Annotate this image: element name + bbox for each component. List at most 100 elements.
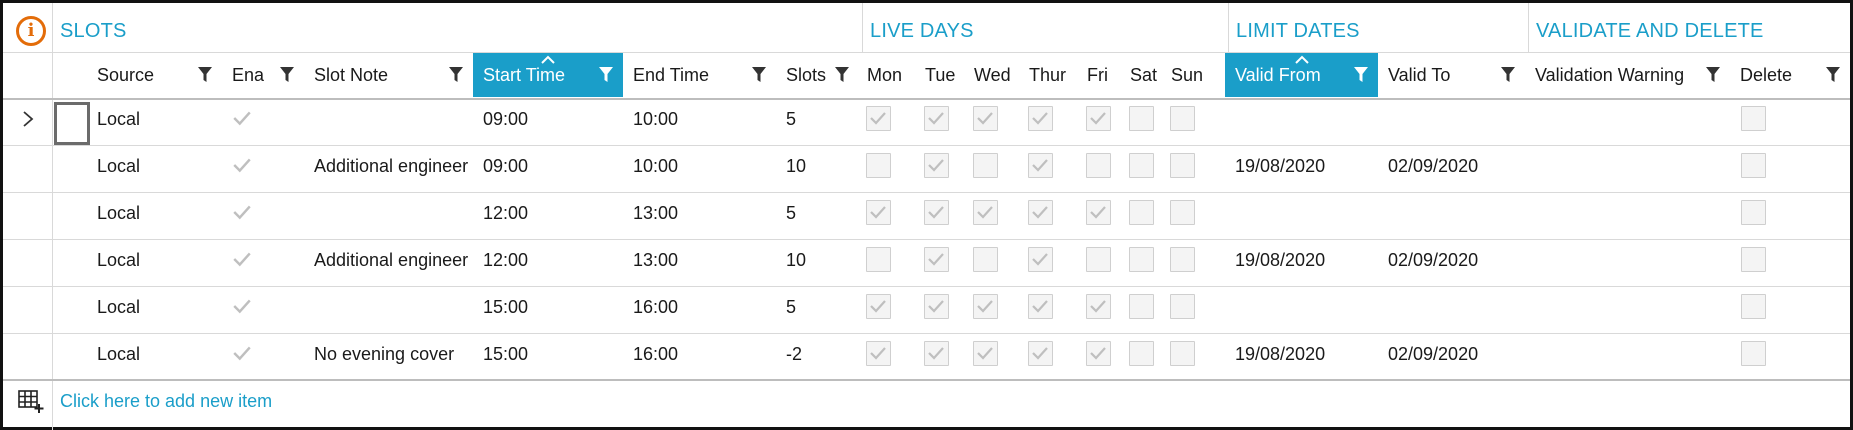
checkbox-sun[interactable]	[1170, 153, 1195, 178]
checkbox-wed[interactable]	[973, 341, 998, 366]
current-row-selector[interactable]	[54, 102, 90, 145]
cell-source[interactable]: Local	[87, 143, 222, 189]
info-icon[interactable]: i	[16, 16, 46, 46]
checkbox-sat[interactable]	[1129, 247, 1154, 272]
checkbox-fri[interactable]	[1086, 294, 1111, 319]
cell-valid-to[interactable]: 02/09/2020	[1378, 143, 1525, 189]
checkbox-tue[interactable]	[924, 153, 949, 178]
cell-validation-warning[interactable]	[1525, 96, 1730, 142]
checkbox-thur[interactable]	[1028, 153, 1053, 178]
checkbox-sun[interactable]	[1170, 247, 1195, 272]
cell-end-time[interactable]: 16:00	[623, 284, 776, 330]
cell-validation-warning[interactable]	[1525, 143, 1730, 189]
filter-icon[interactable]	[280, 67, 294, 83]
filter-icon[interactable]	[599, 67, 613, 83]
column-header-delete[interactable]: Delete	[1730, 53, 1850, 97]
add-new-item-link[interactable]: Click here to add new item	[60, 391, 272, 412]
checkbox-fri[interactable]	[1086, 200, 1111, 225]
checkbox-sat[interactable]	[1129, 341, 1154, 366]
checkbox-mon[interactable]	[866, 247, 891, 272]
checkbox-tue[interactable]	[924, 200, 949, 225]
column-header-start-time[interactable]: Start Time	[473, 53, 623, 97]
add-new-item-row[interactable]: Click here to add new item	[3, 378, 1850, 427]
column-header-end-time[interactable]: End Time	[623, 53, 776, 97]
cell-valid-from[interactable]: 19/08/2020	[1225, 237, 1378, 283]
checkbox-sun[interactable]	[1170, 106, 1195, 131]
delete-checkbox[interactable]	[1741, 341, 1766, 366]
delete-checkbox[interactable]	[1741, 106, 1766, 131]
cell-start-time[interactable]: 12:00	[473, 190, 623, 236]
filter-icon[interactable]	[1706, 67, 1720, 83]
checkbox-fri[interactable]	[1086, 341, 1111, 366]
cell-valid-to[interactable]: 02/09/2020	[1378, 331, 1525, 377]
checkbox-fri[interactable]	[1086, 247, 1111, 272]
cell-valid-from[interactable]	[1225, 96, 1378, 142]
cell-slots[interactable]: -2	[776, 331, 859, 377]
filter-icon[interactable]	[835, 67, 849, 83]
cell-valid-to[interactable]	[1378, 96, 1525, 142]
cell-validation-warning[interactable]	[1525, 190, 1730, 236]
checkbox-sat[interactable]	[1129, 200, 1154, 225]
cell-end-time[interactable]: 13:00	[623, 190, 776, 236]
checkbox-wed[interactable]	[973, 106, 998, 131]
checkbox-mon[interactable]	[866, 106, 891, 131]
table-row[interactable]: Local No evening cover 15:00 16:00 -2 19/08/2…	[3, 331, 1850, 377]
cell-slot-note[interactable]	[304, 96, 473, 142]
column-header-tue[interactable]: Tue	[917, 53, 966, 97]
checkbox-tue[interactable]	[924, 341, 949, 366]
cell-start-time[interactable]: 15:00	[473, 284, 623, 330]
checkbox-tue[interactable]	[924, 247, 949, 272]
cell-source[interactable]: Local	[87, 331, 222, 377]
cell-validation-warning[interactable]	[1525, 237, 1730, 283]
cell-start-time[interactable]: 09:00	[473, 96, 623, 142]
checkbox-mon[interactable]	[866, 153, 891, 178]
cell-valid-to[interactable]: 02/09/2020	[1378, 237, 1525, 283]
table-row[interactable]: Local Additional engineer 12:00 13:00 10 19/0…	[3, 237, 1850, 283]
cell-source[interactable]: Local	[87, 284, 222, 330]
checkbox-wed[interactable]	[973, 294, 998, 319]
checkbox-wed[interactable]	[973, 200, 998, 225]
delete-checkbox[interactable]	[1741, 294, 1766, 319]
checkbox-mon[interactable]	[866, 200, 891, 225]
cell-slots[interactable]: 10	[776, 237, 859, 283]
column-header-slots[interactable]: Slots	[776, 53, 859, 97]
column-header-slot-note[interactable]: Slot Note	[304, 53, 473, 97]
cell-slots[interactable]: 5	[776, 190, 859, 236]
cell-source[interactable]: Local	[87, 190, 222, 236]
table-row[interactable]: Local 09:00 10:00 5	[3, 96, 1850, 142]
column-header-validation-warning[interactable]: Validation Warning	[1525, 53, 1730, 97]
checkbox-thur[interactable]	[1028, 106, 1053, 131]
cell-end-time[interactable]: 13:00	[623, 237, 776, 283]
checkbox-fri[interactable]	[1086, 106, 1111, 131]
cell-slot-note[interactable]	[304, 190, 473, 236]
cell-start-time[interactable]: 15:00	[473, 331, 623, 377]
cell-source[interactable]: Local	[87, 96, 222, 142]
cell-start-time[interactable]: 09:00	[473, 143, 623, 189]
checkbox-sun[interactable]	[1170, 341, 1195, 366]
filter-icon[interactable]	[449, 67, 463, 83]
cell-slots[interactable]: 5	[776, 284, 859, 330]
cell-valid-from[interactable]	[1225, 284, 1378, 330]
cell-validation-warning[interactable]	[1525, 331, 1730, 377]
cell-slot-note[interactable]: Additional engineer	[304, 143, 473, 189]
cell-slots[interactable]: 10	[776, 143, 859, 189]
checkbox-wed[interactable]	[973, 247, 998, 272]
column-header-valid-to[interactable]: Valid To	[1378, 53, 1525, 97]
column-header-valid-from[interactable]: Valid From	[1225, 53, 1378, 97]
checkbox-sat[interactable]	[1129, 294, 1154, 319]
filter-icon[interactable]	[1826, 67, 1840, 83]
checkbox-mon[interactable]	[866, 341, 891, 366]
cell-validation-warning[interactable]	[1525, 284, 1730, 330]
column-header-thur[interactable]: Thur	[1021, 53, 1079, 97]
column-header-enabled[interactable]: Ena	[222, 53, 304, 97]
cell-source[interactable]: Local	[87, 237, 222, 283]
checkbox-fri[interactable]	[1086, 153, 1111, 178]
cell-slot-note[interactable]: No evening cover	[304, 331, 473, 377]
cell-start-time[interactable]: 12:00	[473, 237, 623, 283]
checkbox-thur[interactable]	[1028, 200, 1053, 225]
checkbox-wed[interactable]	[973, 153, 998, 178]
cell-end-time[interactable]: 10:00	[623, 96, 776, 142]
checkbox-mon[interactable]	[866, 294, 891, 319]
column-header-mon[interactable]: Mon	[859, 53, 917, 97]
checkbox-sat[interactable]	[1129, 106, 1154, 131]
